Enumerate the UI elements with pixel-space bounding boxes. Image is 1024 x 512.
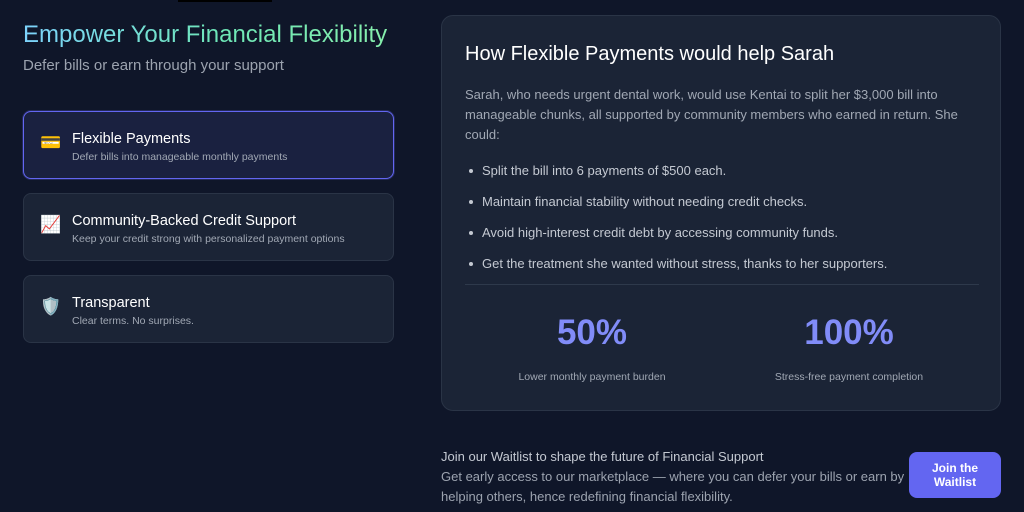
feature-community-credit-support[interactable]: 📈 Community-Backed Credit Support Keep y… [23, 193, 394, 261]
waitlist-title: Join our Waitlist to shape the future of… [441, 449, 764, 464]
feature-detail-card: How Flexible Payments would help Sarah S… [441, 15, 1001, 411]
feature-flexible-payments[interactable]: 💳 Flexible Payments Defer bills into man… [23, 111, 394, 179]
benefit-item: Get the treatment she wanted without str… [465, 255, 887, 286]
feature-description: Clear terms. No surprises. [72, 315, 194, 327]
feature-description: Keep your credit strong with personalize… [72, 233, 345, 245]
feature-title: Flexible Payments [72, 131, 191, 147]
benefit-list: Split the bill into 6 payments of $500 e… [465, 162, 887, 286]
top-edge-fragment [178, 0, 272, 2]
divider [465, 284, 979, 285]
stat-label: Lower monthly payment burden [518, 371, 666, 383]
join-waitlist-button[interactable]: Join the Waitlist [909, 452, 1001, 498]
hero-subtitle: Defer bills or earn through your support [23, 57, 284, 74]
detail-title: How Flexible Payments would help Sarah [465, 43, 835, 65]
hero-title: Empower Your Financial Flexibility [23, 21, 388, 48]
detail-intro: Sarah, who needs urgent dental work, wou… [465, 87, 958, 142]
feature-title: Transparent [72, 295, 150, 311]
benefit-item: Maintain financial stability without nee… [465, 193, 887, 224]
waitlist-description: Get early access to our marketplace — wh… [441, 469, 905, 504]
shield-icon: 🛡️ [40, 297, 62, 316]
benefit-item: Avoid high-interest credit debt by acces… [465, 224, 887, 255]
stat-payment-completion: 100% Stress-free payment completion [739, 312, 959, 384]
benefit-item: Split the bill into 6 payments of $500 e… [465, 162, 887, 193]
stat-value: 50% [556, 313, 628, 352]
feature-transparent[interactable]: 🛡️ Transparent Clear terms. No surprises… [23, 275, 394, 343]
stat-payment-burden: 50% Lower monthly payment burden [482, 312, 702, 384]
page: Empower Your Financial Flexibility Defer… [0, 0, 1024, 512]
feature-title: Community-Backed Credit Support [72, 213, 297, 229]
stat-label: Stress-free payment completion [774, 371, 924, 383]
chart-increasing-icon: 📈 [40, 215, 62, 234]
credit-card-icon: 💳 [40, 133, 62, 152]
feature-description: Defer bills into manageable monthly paym… [72, 151, 288, 163]
stat-value: 100% [804, 313, 894, 352]
